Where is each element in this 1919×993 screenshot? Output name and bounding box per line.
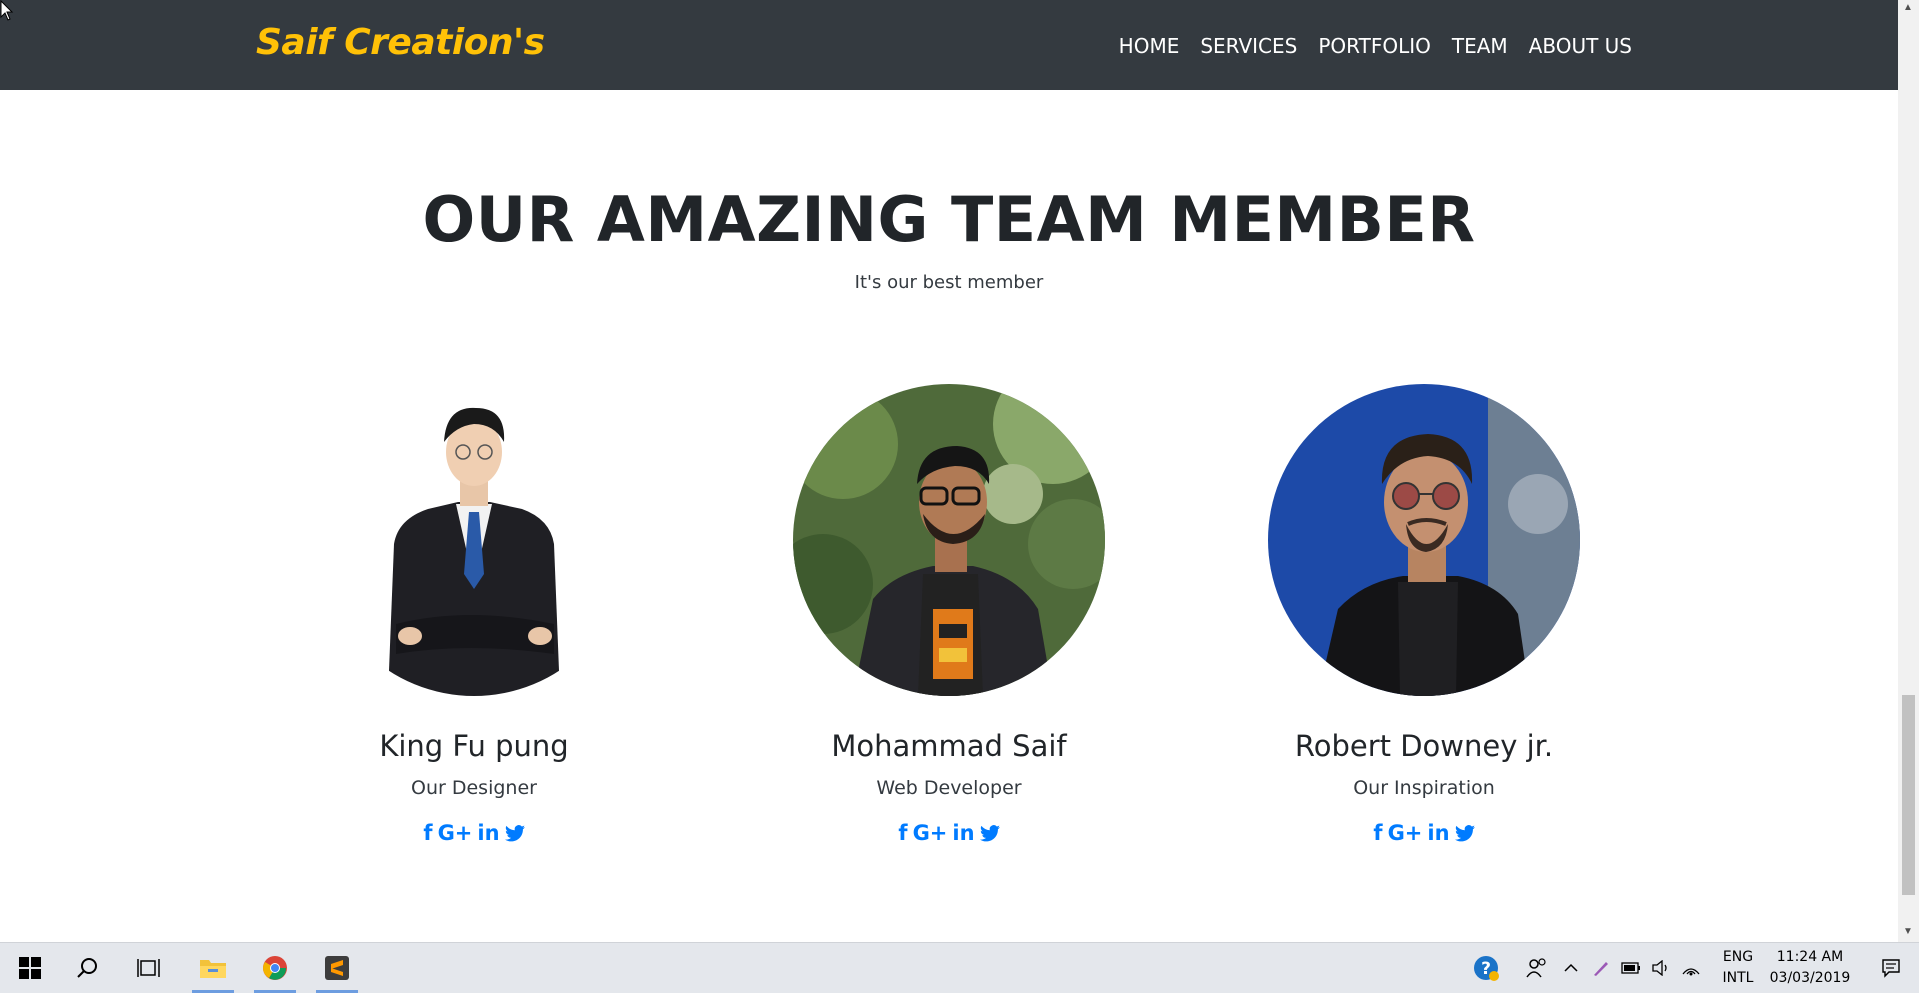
member-name: Mohammad Saif [831, 729, 1067, 763]
twitter-icon[interactable] [979, 824, 1000, 842]
member-photo [318, 384, 630, 696]
member-photo [793, 384, 1105, 696]
section-title: OUR AMAZING TEAM MEMBER [422, 183, 1476, 256]
team-card: King Fu pung Our Designer f G+ in [318, 384, 630, 845]
volume-icon[interactable] [1646, 943, 1676, 993]
twitter-icon[interactable] [504, 824, 525, 842]
windows-taskbar: ? ENG INTL 11:24 AM 03/03/2019 [0, 942, 1919, 993]
page-scrollbar[interactable]: ▲ ▼ [1898, 0, 1919, 942]
scroll-down-arrow-icon[interactable]: ▼ [1903, 926, 1913, 937]
social-links: f G+ in [793, 821, 1105, 845]
team-card: Mohammad Saif Web Developer f G+ in [793, 384, 1105, 845]
facebook-icon[interactable]: f [423, 821, 432, 845]
task-view-icon[interactable] [124, 943, 174, 993]
member-name: King Fu pung [379, 729, 569, 763]
social-links: f G+ in [1268, 821, 1580, 845]
keyboard-layout-indicator[interactable]: INTL [1716, 970, 1760, 986]
facebook-icon[interactable]: f [898, 821, 907, 845]
windows-start-icon[interactable] [5, 943, 55, 993]
google-plus-icon[interactable]: G+ [913, 821, 948, 845]
section-subtitle: It's our best member [854, 272, 1044, 293]
notification-icon[interactable] [1866, 943, 1916, 993]
nav-about-us[interactable]: ABOUT US [1529, 34, 1632, 58]
sublime-text-icon[interactable] [312, 943, 362, 993]
clock-time[interactable]: 11:24 AM [1762, 949, 1858, 965]
linkedin-icon[interactable]: in [477, 821, 499, 845]
linkedin-icon[interactable]: in [952, 821, 974, 845]
member-name: Robert Downey jr. [1294, 729, 1554, 763]
member-photo [1268, 384, 1580, 696]
social-links: f G+ in [318, 821, 630, 845]
nav-links: HOME SERVICES PORTFOLIO TEAM ABOUT US [1119, 34, 1632, 58]
help-icon[interactable]: ? [1461, 943, 1511, 993]
nav-portfolio[interactable]: PORTFOLIO [1318, 34, 1431, 58]
language-indicator[interactable]: ENG [1716, 949, 1760, 965]
scrollbar-thumb[interactable] [1902, 695, 1915, 895]
team-card: Robert Downey jr. Our Inspiration f G+ i… [1268, 384, 1580, 845]
google-plus-icon[interactable]: G+ [1388, 821, 1423, 845]
web-page: Saif Creation's HOME SERVICES PORTFOLIO … [0, 0, 1898, 942]
nav-services[interactable]: SERVICES [1200, 34, 1297, 58]
facebook-icon[interactable]: f [1373, 821, 1382, 845]
clock-date[interactable]: 03/03/2019 [1762, 970, 1858, 986]
pen-icon[interactable] [1586, 943, 1616, 993]
chevron-up-icon[interactable] [1556, 943, 1586, 993]
navbar: Saif Creation's HOME SERVICES PORTFOLIO … [0, 0, 1898, 90]
mouse-cursor-icon [0, 0, 14, 21]
brand-logo[interactable]: Saif Creation's [256, 22, 545, 63]
google-plus-icon[interactable]: G+ [438, 821, 473, 845]
scroll-up-arrow-icon[interactable]: ▲ [1903, 2, 1913, 13]
member-role: Web Developer [876, 777, 1022, 799]
nav-home[interactable]: HOME [1119, 34, 1180, 58]
member-role: Our Inspiration [1353, 777, 1495, 799]
nav-team[interactable]: TEAM [1452, 34, 1508, 58]
linkedin-icon[interactable]: in [1427, 821, 1449, 845]
file-explorer-icon[interactable] [188, 943, 238, 993]
twitter-icon[interactable] [1454, 824, 1475, 842]
member-role: Our Designer [411, 777, 537, 799]
chrome-icon[interactable] [250, 943, 300, 993]
battery-icon[interactable] [1616, 943, 1646, 993]
wifi-icon[interactable] [1676, 943, 1706, 993]
search-icon[interactable] [63, 943, 113, 993]
people-icon[interactable] [1512, 943, 1562, 993]
